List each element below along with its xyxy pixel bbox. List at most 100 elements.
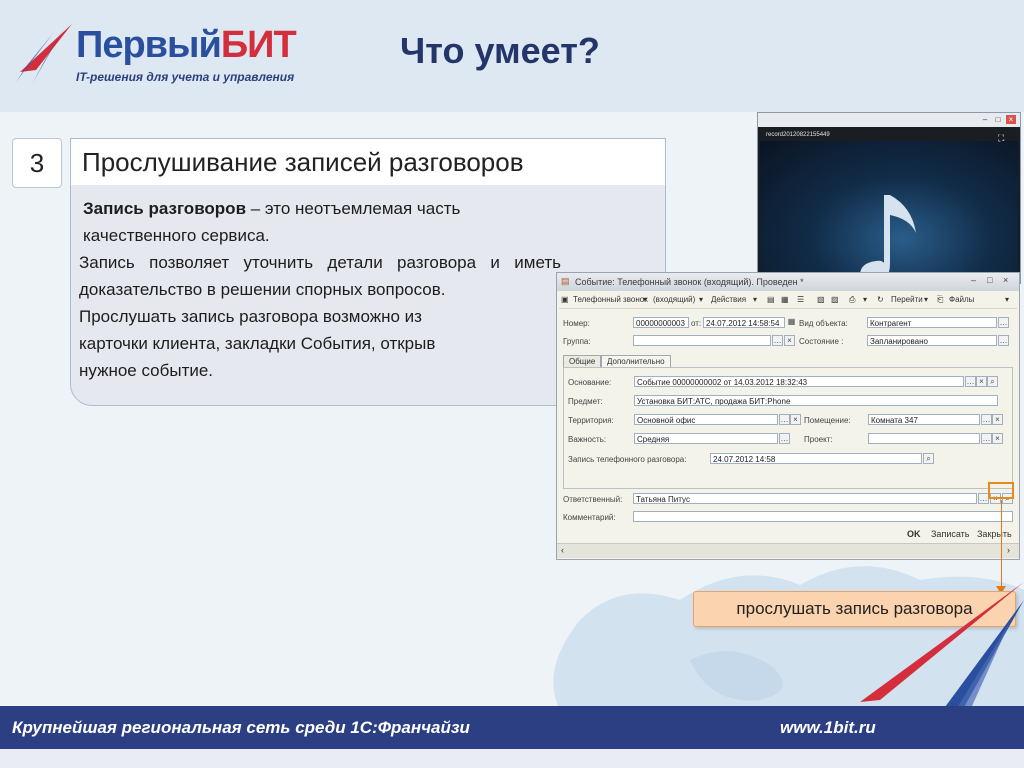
date-field[interactable]: 24.07.2012 14:58:54 xyxy=(703,317,785,328)
chevron-left-icon[interactable]: ‹ xyxy=(561,545,564,555)
footer-bottom-strip xyxy=(0,749,1024,768)
state-field[interactable]: Запланировано xyxy=(867,335,997,346)
player-visualization xyxy=(760,141,1018,285)
refresh-icon[interactable]: ↻ xyxy=(877,295,884,304)
chevron-down-icon: ▾ xyxy=(924,295,929,304)
files-menu[interactable]: Файлы xyxy=(949,295,974,304)
minimize-icon[interactable]: – xyxy=(980,115,990,124)
close-button[interactable]: Закрыть xyxy=(977,529,1012,539)
select-button[interactable]: … xyxy=(779,414,790,425)
select-button[interactable]: … xyxy=(965,376,976,387)
window-titlebar: ▤ Событие: Телефонный звонок (входящий).… xyxy=(557,273,1019,291)
player-filename: record20120822155449 xyxy=(766,132,830,138)
basis-field[interactable]: Событие 00000000002 от 14.03.2012 18:32:… xyxy=(634,376,964,387)
select-button[interactable]: … xyxy=(779,433,790,444)
close-icon[interactable]: × xyxy=(1006,115,1016,124)
app-icon: ▤ xyxy=(561,276,570,286)
group-field[interactable] xyxy=(633,335,771,346)
state-label: Состояние : xyxy=(799,337,844,346)
save-icon[interactable]: ▤ xyxy=(767,295,775,304)
clear-icon[interactable]: × xyxy=(784,335,795,346)
select-button[interactable]: … xyxy=(772,335,783,346)
horizontal-scrollbar[interactable]: ‹ › xyxy=(557,543,1019,558)
direction-menu[interactable]: (входящий) xyxy=(653,295,695,304)
calendar-icon[interactable]: ▦ xyxy=(786,317,797,328)
toolbar: ▣ Телефонный звонок ▾ (входящий) ▾ Дейст… xyxy=(559,292,1017,309)
logo-mark-icon xyxy=(16,24,72,84)
additional-panel: Основание: Событие 00000000002 от 14.03.… xyxy=(563,367,1013,489)
attach-icon[interactable]: ⎗ xyxy=(937,295,943,305)
subject-field[interactable]: Установка БИТ:АТС, продажа БИТ:Phone xyxy=(634,395,998,406)
comment-field[interactable] xyxy=(633,511,1013,522)
save-button[interactable]: Записать xyxy=(931,529,969,539)
object-type-field[interactable]: Контрагент xyxy=(867,317,997,328)
close-icon[interactable]: × xyxy=(1003,275,1008,285)
media-player-window: – □ × record20120822155449 ⛶ xyxy=(757,112,1021,285)
print-icon[interactable]: ⎙ xyxy=(849,295,855,305)
minimize-icon[interactable]: – xyxy=(971,275,976,285)
clear-icon[interactable]: × xyxy=(992,414,1003,425)
responsible-label: Ответственный: xyxy=(563,495,623,504)
bold-lead: Запись разговоров xyxy=(83,199,247,218)
actions-menu[interactable]: Действия xyxy=(711,295,746,304)
from-label: от: xyxy=(691,319,702,328)
room-label: Помещение: xyxy=(804,416,851,425)
doc-type-menu[interactable]: Телефонный звонок xyxy=(573,295,648,304)
object-type-label: Вид объекта: xyxy=(799,319,848,328)
post-icon[interactable]: ▧ xyxy=(817,295,825,304)
basis-label: Основание: xyxy=(568,378,612,387)
chevron-down-icon: ▾ xyxy=(753,295,758,304)
recording-button-highlight xyxy=(988,482,1014,499)
page-title: Что умеет? xyxy=(400,30,600,71)
maximize-icon[interactable]: □ xyxy=(987,275,992,285)
unpost-icon[interactable]: ▨ xyxy=(831,295,839,304)
maximize-icon[interactable]: □ xyxy=(993,115,1003,124)
project-field[interactable] xyxy=(868,433,980,444)
select-button[interactable]: … xyxy=(998,317,1009,328)
clear-icon[interactable]: × xyxy=(992,433,1003,444)
chevron-down-icon: ▾ xyxy=(643,295,648,304)
ok-button[interactable]: OK xyxy=(907,529,921,539)
lead-line2: качественного сервиса. xyxy=(83,226,270,245)
importance-label: Важность: xyxy=(568,435,607,444)
chevron-down-icon: ▾ xyxy=(699,295,704,304)
table-icon[interactable]: ▦ xyxy=(781,295,789,304)
step-title: Прослушивание записей разговоров xyxy=(82,147,524,177)
goto-menu[interactable]: Перейти xyxy=(891,295,923,304)
para1-line1: Запись позволяет уточнить детали разгово… xyxy=(79,253,561,272)
responsible-field[interactable]: Татьяна Питус xyxy=(633,493,977,504)
search-icon[interactable]: ⌕ xyxy=(987,376,998,387)
callout-arrow xyxy=(1001,500,1002,588)
step-number: 3 xyxy=(12,138,62,188)
subject-label: Предмет: xyxy=(568,397,603,406)
lead-rest: – это неотъемлемая часть xyxy=(246,199,461,218)
footer-bar: Крупнейшая региональная сеть среди 1С:Фр… xyxy=(0,706,1024,749)
room-field[interactable]: Комната 347 xyxy=(868,414,980,425)
clear-icon[interactable]: × xyxy=(976,376,987,387)
chevron-right-icon[interactable]: › xyxy=(1007,545,1010,555)
brand-name: ПервыйБИТ xyxy=(76,24,297,66)
doc-icon: ▣ xyxy=(561,295,569,304)
select-button[interactable]: … xyxy=(981,414,992,425)
territory-label: Территория: xyxy=(568,416,614,425)
clear-icon[interactable]: × xyxy=(790,414,801,425)
brand-tagline: IT-решения для учета и управления xyxy=(76,70,295,84)
importance-field[interactable]: Средняя xyxy=(634,433,778,444)
fullscreen-icon[interactable]: ⛶ xyxy=(998,133,1004,144)
player-titlebar: – □ × xyxy=(758,113,1020,127)
chevron-down-icon: ▾ xyxy=(1005,295,1010,304)
recording-field[interactable]: 24.07.2012 14:58 xyxy=(710,453,922,464)
select-button[interactable]: … xyxy=(998,335,1009,346)
comment-label: Комментарий: xyxy=(563,513,616,522)
search-icon[interactable]: ⌕ xyxy=(923,453,934,464)
chevron-down-icon: ▾ xyxy=(863,295,868,304)
event-form-window: ▤ Событие: Телефонный звонок (входящий).… xyxy=(556,272,1020,560)
territory-field[interactable]: Основной офис xyxy=(634,414,778,425)
number-field[interactable]: 00000000003 xyxy=(633,317,689,328)
list-icon[interactable]: ☰ xyxy=(797,295,804,304)
footer-website-link[interactable]: www.1bit.ru xyxy=(780,718,876,738)
number-label: Номер: xyxy=(563,319,590,328)
select-button[interactable]: … xyxy=(981,433,992,444)
group-label: Группа: xyxy=(563,337,591,346)
project-label: Проект: xyxy=(804,435,833,444)
